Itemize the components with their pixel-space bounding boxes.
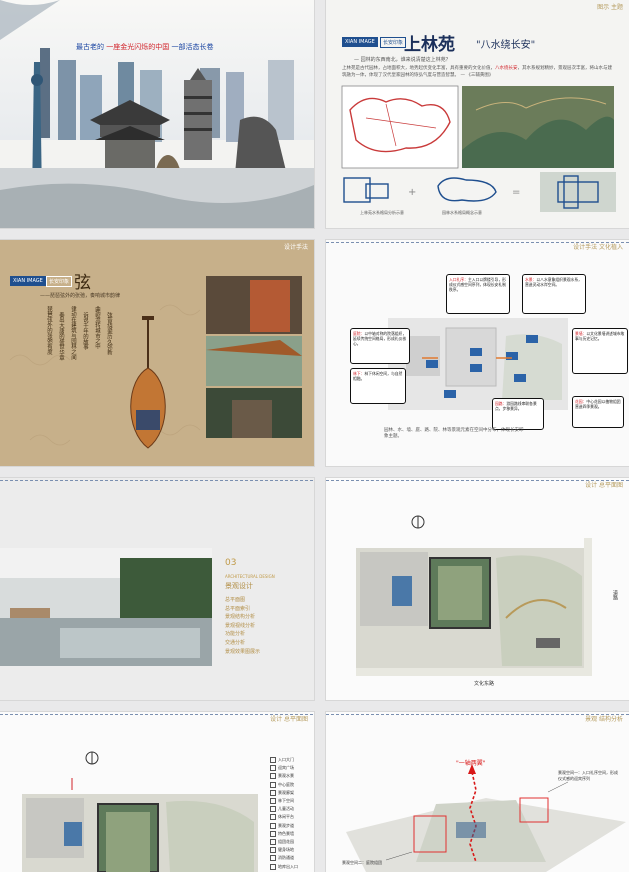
callout-box: 林下：林下休闲空间，与自然相融。 xyxy=(350,368,406,404)
slide-6[interactable]: 设计 总平面图 道路 文化东路 xyxy=(326,478,629,700)
plan-caption: 园林、水、墙、庭、路、院、林等景观元素在空间中分布，体现长安印象主题。 xyxy=(384,428,524,439)
section-toc: 总平面图 总平面索引 景观结构分析 景观视线分析 功能分析 交通分析 景观效果图展示 xyxy=(225,596,260,656)
road-label-east: 道路 xyxy=(612,590,618,600)
legend-item: 儿童活动 xyxy=(270,805,298,813)
toc-item[interactable]: 交通分析 xyxy=(225,639,260,648)
legend-label: 地库出入口 xyxy=(278,863,298,869)
slide-1[interactable]: 最古老的 一座金光闪烁的中国 一部活态长卷 xyxy=(0,0,314,228)
legend-item: 健身场地 xyxy=(270,846,298,854)
svg-text:+: + xyxy=(408,187,416,198)
legend-item: 中心庭院 xyxy=(270,781,298,789)
slide-4[interactable]: 设计手法 文化植入 入口礼序：主入口以牌楼引导，形成仪式感空间序列，体现长安礼制… xyxy=(326,240,629,466)
legend-item: 消防通道 xyxy=(270,854,298,862)
legend-swatch xyxy=(270,765,276,772)
legend-swatch xyxy=(270,855,276,862)
legend-swatch xyxy=(270,781,276,788)
toc-item[interactable]: 总平面索引 xyxy=(225,605,260,614)
legend-label: 景观水景 xyxy=(278,773,294,779)
legend-item: 迎宾广场 xyxy=(270,764,298,772)
slide-7[interactable]: 设计 总平面图 入口大门 迎宾广场 景观水景 中心庭院 景观廊架 林下空间 儿童活动 休闲平台… xyxy=(0,712,314,872)
plan-legend: 入口大门迎宾广场景观水景中心庭院景观廊架林下空间儿童活动休闲平台景观步道特色景墙… xyxy=(270,756,298,871)
axis-label: "一轴两翼" xyxy=(456,760,486,767)
shanglin-diagrams: + = xyxy=(341,85,616,212)
legend-label: 消防通道 xyxy=(278,855,294,861)
section-title-zh: 景观设计 xyxy=(225,582,253,590)
master-plan-index xyxy=(22,751,258,872)
legend-label: 健身场地 xyxy=(278,847,294,853)
toc-item[interactable]: 景观结构分析 xyxy=(225,613,260,622)
callout-box: 园路：游园路线串联各景点，步移景异。 xyxy=(492,398,544,430)
callout-box: 庭院：以中轴对称的院落组织，延续传统空间格局，形成礼仪核心。 xyxy=(350,328,410,364)
legend-label: 休闲平台 xyxy=(278,814,294,820)
section-photo xyxy=(0,548,212,666)
note-right: 景观空间一：入口礼序空间，形成仪式感的迎宾序列 xyxy=(558,770,618,781)
legend-item: 组团花园 xyxy=(270,838,298,846)
toc-item[interactable]: 功能分析 xyxy=(225,630,260,639)
legend-item: 景观步道 xyxy=(270,822,298,830)
callout-box: 入口礼序：主入口以牌楼引导，形成仪式感空间序列，体现长安礼制秩序。 xyxy=(446,274,510,314)
slide-tagline: 最古老的 一座金光闪烁的中国 一部活态长卷 xyxy=(76,43,214,51)
legend-swatch xyxy=(270,863,276,870)
legend-swatch xyxy=(270,789,276,796)
structure-diagram xyxy=(346,764,626,872)
legend-swatch xyxy=(270,839,276,846)
legend-label: 迎宾广场 xyxy=(278,765,294,771)
pipa-and-photos xyxy=(130,276,302,449)
legend-label: 中心庭院 xyxy=(278,781,294,787)
legend-swatch xyxy=(270,822,276,829)
legend-swatch xyxy=(270,847,276,854)
toc-item[interactable]: 景观效果图展示 xyxy=(225,648,260,657)
legend-item: 景观廊架 xyxy=(270,789,298,797)
legend-swatch xyxy=(270,814,276,821)
legend-item: 林下空间 xyxy=(270,797,298,805)
slide-3[interactable]: 设计手法 XIAN IMAGE 长安印象 弦 ——琵琶弦外的张弛，奏响城市韵律 … xyxy=(0,240,314,466)
legend-label: 林下空间 xyxy=(278,798,294,804)
callout-box: 水景：以八水意象组织景观水系，营造灵动水岸空间。 xyxy=(522,274,586,314)
legend-label: 儿童活动 xyxy=(278,806,294,812)
legend-item: 地库出入口 xyxy=(270,863,298,871)
master-plan xyxy=(356,515,592,676)
legend-label: 特色景墙 xyxy=(278,830,294,836)
legend-item: 景观水景 xyxy=(270,772,298,780)
note-left: 景观空间二：庭院组团 xyxy=(342,860,382,865)
slide-2[interactable]: 图示 主题 XIAN IMAGE 长安印象 上林苑 "八水绕长安" — 园林的东… xyxy=(326,0,629,228)
legend-swatch xyxy=(270,806,276,813)
slide-5[interactable]: 03 ARCHITECTURAL DESIGN 景观设计 总平面图 总平面索引 景观… xyxy=(0,478,314,700)
legend-swatch xyxy=(270,798,276,805)
legend-swatch xyxy=(270,757,276,763)
legend-item: 入口大门 xyxy=(270,756,298,764)
toc-item[interactable]: 总平面图 xyxy=(225,596,260,605)
legend-label: 景观步道 xyxy=(278,822,294,828)
legend-swatch xyxy=(270,830,276,837)
legend-label: 景观廊架 xyxy=(278,789,294,795)
road-label-south: 文化东路 xyxy=(474,681,495,687)
legend-swatch xyxy=(270,773,276,780)
diagram-caption-left: 上林苑水系格局分析示意 xyxy=(360,210,404,215)
legend-label: 入口大门 xyxy=(278,757,294,762)
callout-box: 景墙：以文化景墙讲述城市故事与历史记忆。 xyxy=(572,328,628,374)
section-title-en: ARCHITECTURAL DESIGN xyxy=(225,574,275,579)
legend-item: 特色景墙 xyxy=(270,830,298,838)
slide-8[interactable]: 景观 结构分析 "一轴两翼" 景观空间一：入口礼序空间，形成仪式感的迎宾序列 景… xyxy=(326,712,629,872)
legend-item: 休闲平台 xyxy=(270,813,298,821)
city-collage xyxy=(0,0,314,228)
diagram-caption-right: 园林水系格局概念示意 xyxy=(442,210,482,215)
callout-box: 花园：中心花园以植物组团营造四季景观。 xyxy=(572,396,624,428)
section-number: 03 xyxy=(225,558,237,568)
svg-text:=: = xyxy=(512,187,520,198)
toc-item[interactable]: 景观视线分析 xyxy=(225,622,260,631)
legend-label: 组团花园 xyxy=(278,839,294,845)
